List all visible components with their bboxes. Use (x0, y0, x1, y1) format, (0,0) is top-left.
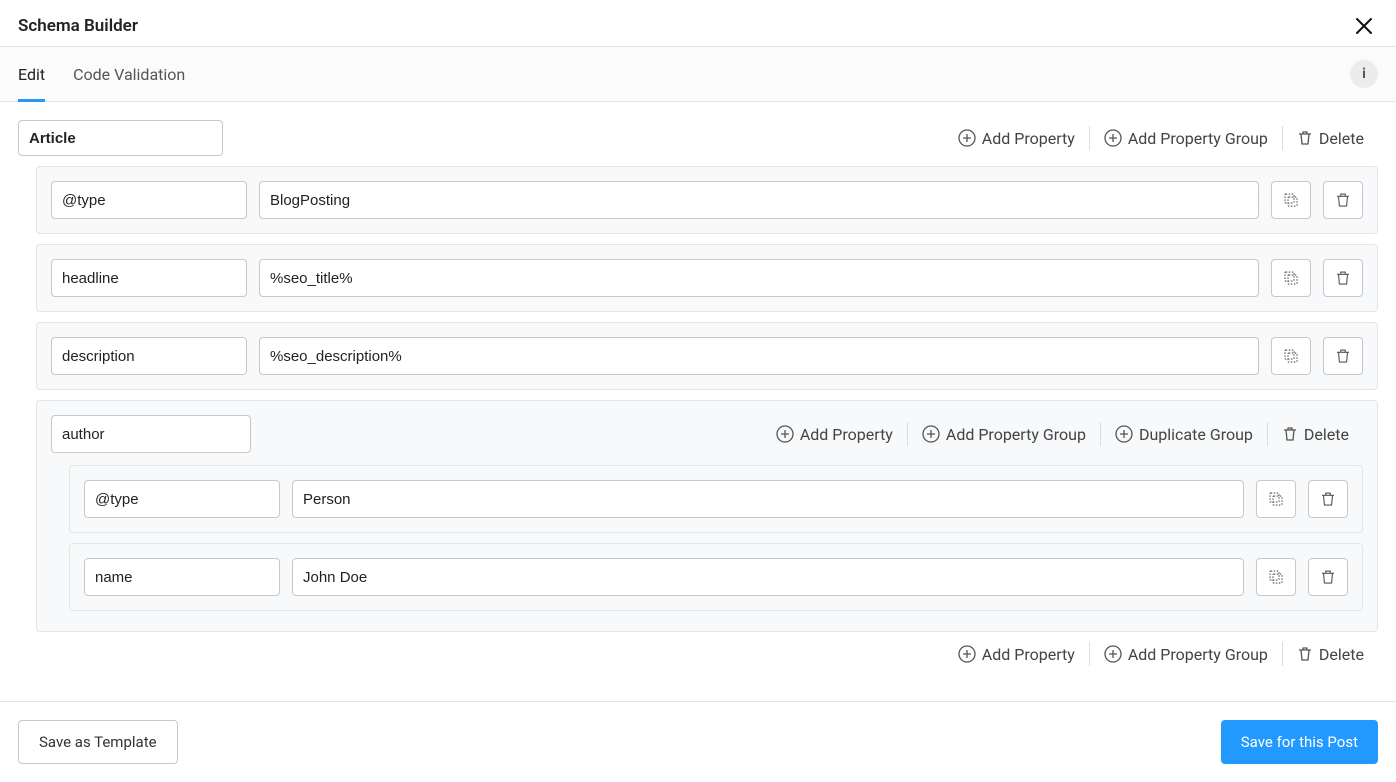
duplicate-row-button[interactable] (1256, 558, 1296, 596)
add-property-label: Add Property (982, 129, 1075, 148)
modal-title: Schema Builder (18, 16, 138, 36)
duplicate-row-button[interactable] (1271, 181, 1311, 219)
bottom-actions: Add Property Add Property Group Delete (944, 642, 1378, 666)
add-property-group-label: Add Property Group (1128, 129, 1268, 148)
delete-row-button[interactable] (1323, 259, 1363, 297)
property-group-author: Add Property Add Property Group Duplicat… (36, 400, 1378, 632)
duplicate-row-button[interactable] (1256, 480, 1296, 518)
trash-icon (1282, 426, 1298, 442)
copy-icon (1267, 568, 1285, 586)
plus-circle-icon (958, 645, 976, 663)
property-value-input[interactable] (292, 480, 1244, 518)
group-duplicate-label: Duplicate Group (1139, 425, 1253, 444)
trash-icon (1334, 269, 1352, 287)
copy-icon (1282, 347, 1300, 365)
plus-circle-icon (1104, 645, 1122, 663)
group-duplicate-button[interactable]: Duplicate Group (1100, 422, 1267, 446)
trash-icon (1297, 646, 1313, 662)
property-key-input[interactable] (51, 259, 247, 297)
group-header: Add Property Add Property Group Duplicat… (51, 415, 1363, 453)
group-add-property-button[interactable]: Add Property (762, 422, 907, 446)
plus-circle-icon (1104, 129, 1122, 147)
tab-code-validation[interactable]: Code Validation (73, 47, 185, 101)
trash-icon (1319, 568, 1337, 586)
modal-header: Schema Builder (0, 0, 1396, 46)
delete-row-button[interactable] (1323, 181, 1363, 219)
property-value-input[interactable] (259, 259, 1259, 297)
group-delete-label: Delete (1304, 425, 1349, 444)
save-post-button[interactable]: Save for this Post (1221, 720, 1378, 764)
top-actions: Add Property Add Property Group Delete (944, 126, 1378, 150)
delete-label: Delete (1319, 129, 1364, 148)
duplicate-row-button[interactable] (1271, 337, 1311, 375)
property-key-input[interactable] (84, 558, 280, 596)
copy-icon (1282, 191, 1300, 209)
info-icon: i (1362, 66, 1366, 82)
property-row (36, 166, 1378, 234)
trash-icon (1319, 490, 1337, 508)
property-row (69, 465, 1363, 533)
delete-row-button[interactable] (1323, 337, 1363, 375)
delete-schema-button-bottom[interactable]: Delete (1282, 642, 1378, 666)
copy-icon (1282, 269, 1300, 287)
property-key-input[interactable] (51, 181, 247, 219)
bottom-actions-row: Add Property Add Property Group Delete (18, 642, 1378, 666)
save-template-button[interactable]: Save as Template (18, 720, 178, 764)
add-property-group-button[interactable]: Add Property Group (1089, 126, 1282, 150)
group-delete-button[interactable]: Delete (1267, 422, 1363, 446)
property-row (36, 244, 1378, 312)
property-value-input[interactable] (259, 337, 1259, 375)
add-property-group-label-bottom: Add Property Group (1128, 645, 1268, 664)
trash-icon (1297, 130, 1313, 146)
trash-icon (1334, 347, 1352, 365)
schema-header-row: Add Property Add Property Group Delete (18, 120, 1378, 156)
tab-edit[interactable]: Edit (18, 47, 45, 101)
tabbar: Edit Code Validation i (0, 46, 1396, 102)
duplicate-row-button[interactable] (1271, 259, 1311, 297)
copy-icon (1267, 490, 1285, 508)
group-actions: Add Property Add Property Group Duplicat… (762, 422, 1363, 446)
add-property-button-bottom[interactable]: Add Property (944, 642, 1089, 666)
plus-circle-icon (922, 425, 940, 443)
close-icon (1354, 16, 1374, 36)
schema-type-input[interactable] (18, 120, 223, 156)
group-add-property-group-label: Add Property Group (946, 425, 1086, 444)
property-value-input[interactable] (292, 558, 1244, 596)
delete-row-button[interactable] (1308, 558, 1348, 596)
main: Add Property Add Property Group Delete (0, 102, 1396, 684)
plus-circle-icon (776, 425, 794, 443)
plus-circle-icon (958, 129, 976, 147)
delete-label-bottom: Delete (1319, 645, 1364, 664)
add-property-button[interactable]: Add Property (944, 126, 1089, 150)
delete-row-button[interactable] (1308, 480, 1348, 518)
plus-circle-icon (1115, 425, 1133, 443)
app-root: Schema Builder Edit Code Validation i Ad… (0, 0, 1396, 782)
group-add-property-group-button[interactable]: Add Property Group (907, 422, 1100, 446)
add-property-group-button-bottom[interactable]: Add Property Group (1089, 642, 1282, 666)
group-add-property-label: Add Property (800, 425, 893, 444)
property-value-input[interactable] (259, 181, 1259, 219)
trash-icon (1334, 191, 1352, 209)
tabs: Edit Code Validation (18, 47, 185, 101)
group-key-input[interactable] (51, 415, 251, 453)
property-row (36, 322, 1378, 390)
property-key-input[interactable] (84, 480, 280, 518)
property-row (69, 543, 1363, 611)
footer: Save as Template Save for this Post (0, 701, 1396, 782)
info-button[interactable]: i (1350, 60, 1378, 88)
property-key-input[interactable] (51, 337, 247, 375)
delete-schema-button[interactable]: Delete (1282, 126, 1378, 150)
close-button[interactable] (1350, 12, 1378, 40)
add-property-label-bottom: Add Property (982, 645, 1075, 664)
